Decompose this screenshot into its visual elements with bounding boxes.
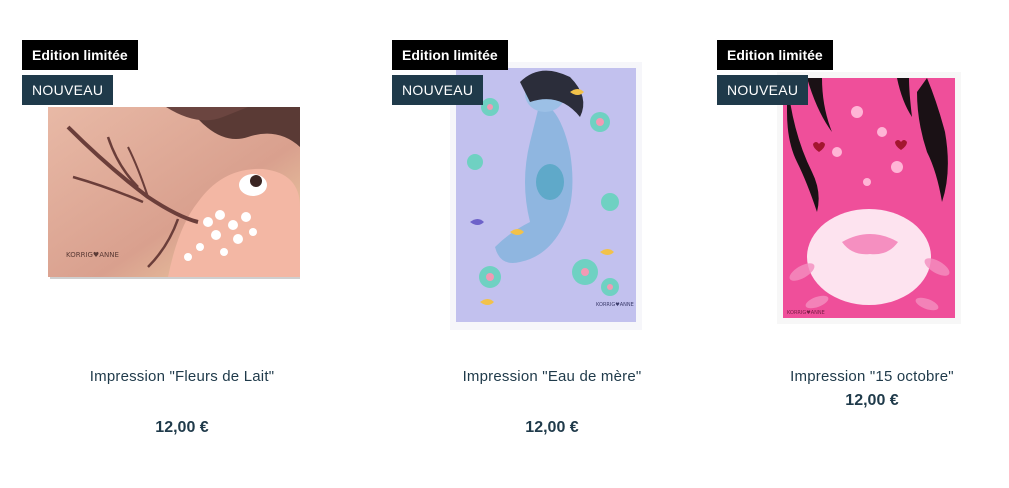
new-badge: NOUVEAU — [717, 75, 809, 105]
product-price: 12,00 € — [525, 419, 579, 436]
product-price: 12,00 € — [845, 392, 899, 409]
product-price: 12,00 € — [155, 419, 209, 436]
product-card[interactable]: Edition limitée NOUVEAU KORRIG♥ANNE Impr… — [717, 0, 1009, 488]
limited-edition-badge: Edition limitée — [22, 40, 138, 70]
product-title[interactable]: Impression "15 octobre" — [726, 368, 1009, 385]
svg-text:KORRIG♥ANNE: KORRIG♥ANNE — [596, 302, 634, 308]
svg-text:KORRIG♥ANNE: KORRIG♥ANNE — [787, 310, 825, 316]
product-title[interactable]: Impression "Fleurs de Lait" — [22, 368, 342, 385]
product-title[interactable]: Impression "Eau de mère" — [392, 368, 712, 385]
product-card[interactable]: Edition limitée NOUVEAU KORRIG♥ANNE Impr… — [22, 0, 342, 488]
svg-text:KORRIG♥ANNE: KORRIG♥ANNE — [66, 251, 119, 259]
limited-edition-badge: Edition limitée — [392, 40, 508, 70]
product-image-link[interactable]: KORRIG♥ANNE — [777, 72, 961, 324]
product-image: KORRIG♥ANNE — [48, 107, 300, 279]
new-badge: NOUVEAU — [22, 75, 114, 105]
product-card[interactable]: Edition limitée NOUVEAU KORRIG♥ANNE Impr… — [392, 0, 712, 488]
new-badge: NOUVEAU — [392, 75, 484, 105]
product-image-link[interactable]: KORRIG♥ANNE — [48, 107, 300, 279]
limited-edition-badge: Edition limitée — [717, 40, 833, 70]
product-image: KORRIG♥ANNE — [777, 72, 961, 324]
